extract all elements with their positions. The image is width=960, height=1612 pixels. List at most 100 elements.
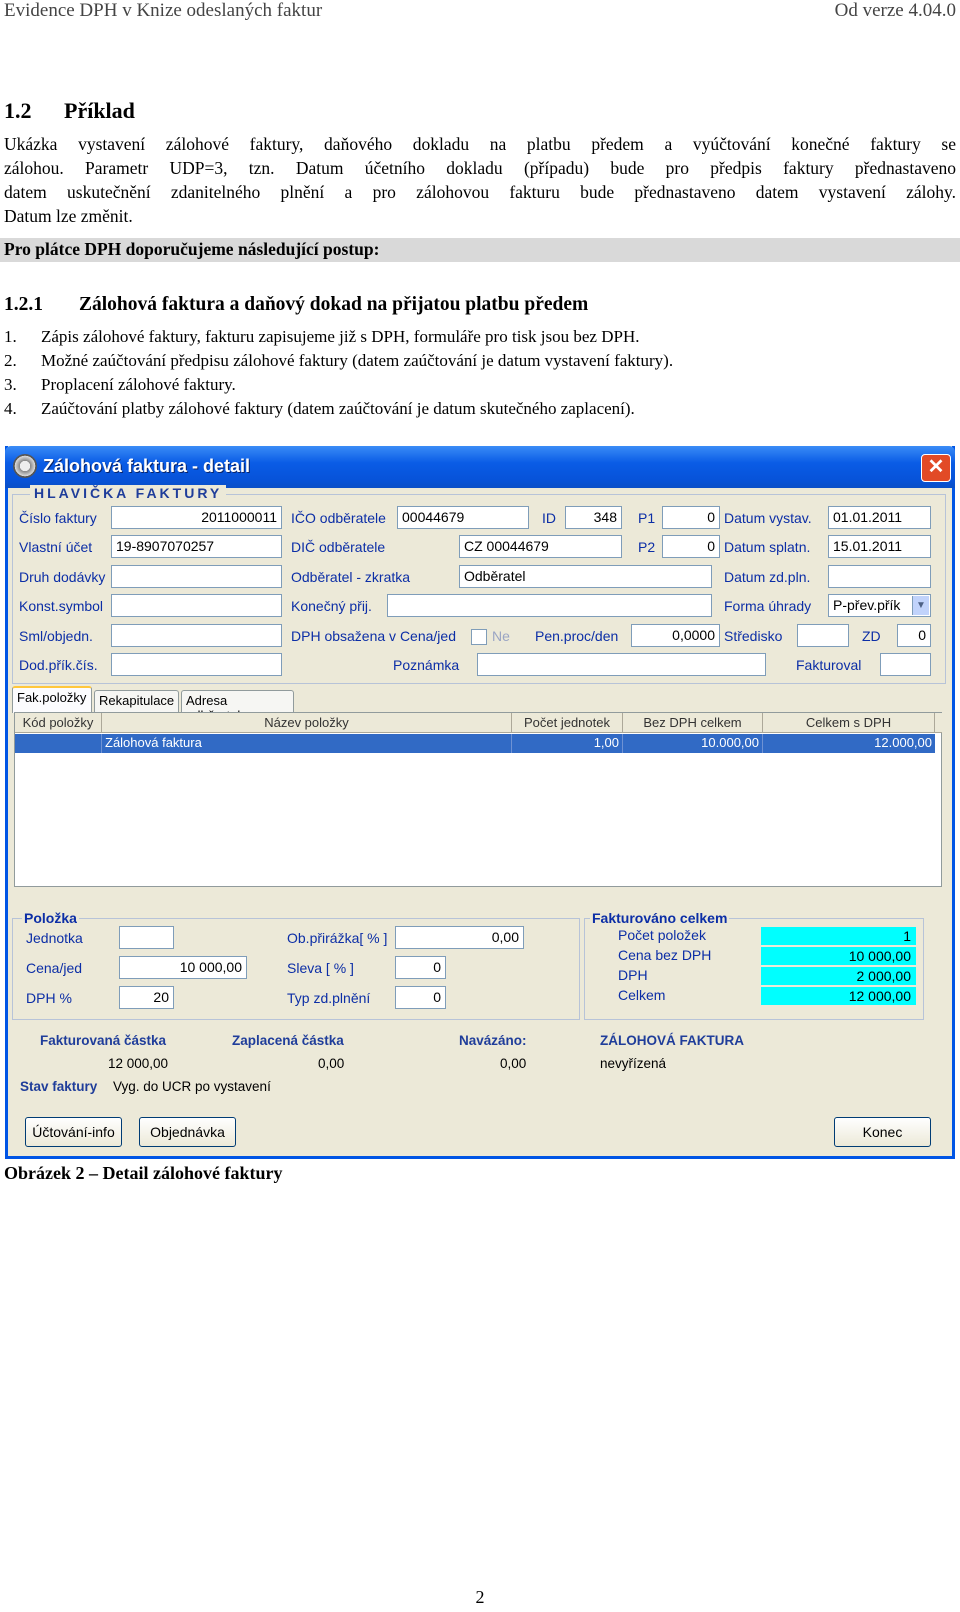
label-dph-obsazena: DPH obsažena v Cena/jed bbox=[291, 628, 456, 644]
tab-adresa-odberatele[interactable]: Adresa odběratele bbox=[181, 690, 294, 723]
figure-caption: Obrázek 2 – Detail zálohové faktury bbox=[4, 1163, 283, 1183]
p1-field[interactable]: 0 bbox=[662, 506, 720, 529]
header-version: Od verze 4.04.0 bbox=[834, 0, 956, 21]
page-number: 2 bbox=[475, 1587, 485, 1607]
label-dph-pct: DPH % bbox=[26, 990, 72, 1006]
totals-group-title: Fakturováno celkem bbox=[590, 910, 730, 926]
list-text: Zaúčtování platby zálohové faktury (date… bbox=[41, 399, 635, 418]
penalty-rate-field[interactable]: 0,0000 bbox=[631, 624, 720, 647]
list-item: 4. Zaúčtování platby zálohové faktury (da… bbox=[4, 397, 673, 421]
discount-field[interactable]: 0 bbox=[395, 956, 446, 979]
label-zaplacena-castka: Zaplacená částka bbox=[232, 1033, 344, 1048]
label-p1: P1 bbox=[638, 510, 656, 526]
markup-field[interactable]: 0,00 bbox=[395, 926, 524, 949]
label-p2: P2 bbox=[638, 539, 656, 555]
label-invoice-type: ZÁLOHOVÁ FAKTURA bbox=[600, 1033, 744, 1048]
list-number: 2. bbox=[4, 351, 17, 370]
label-celkem: Celkem bbox=[618, 987, 666, 1003]
delivery-type-field[interactable] bbox=[111, 565, 282, 588]
table-row[interactable]: Zálohová faktura 1,00 10.000,00 12.000,0… bbox=[15, 734, 935, 753]
invoiced-by-field[interactable] bbox=[880, 653, 931, 676]
label-dph: DPH bbox=[618, 967, 648, 983]
contract-field[interactable] bbox=[111, 624, 282, 647]
label-datum-zd: Datum zd.pln. bbox=[724, 569, 811, 585]
list-item: 2. Možné zaúčtování předpisu zálohové fak… bbox=[4, 349, 673, 373]
table-cell: 10.000,00 bbox=[623, 734, 763, 753]
shaded-note: Pro plátce DPH doporučujeme následující … bbox=[0, 238, 960, 262]
label-typ-zd: Typ zd.plnění bbox=[287, 990, 371, 1006]
tab-fak-polozky[interactable]: Fak.položky bbox=[12, 686, 92, 713]
label-konst-symbol: Konst.symbol bbox=[19, 598, 104, 614]
close-icon[interactable]: ✕ bbox=[921, 454, 951, 482]
customer-dic-field[interactable]: CZ 00044679 bbox=[459, 535, 622, 558]
customer-ico-field[interactable]: 00044679 bbox=[397, 506, 529, 529]
label-ico: IČO odběratele bbox=[291, 510, 386, 526]
list-text: Možné zaúčtování předpisu zálohové faktu… bbox=[41, 351, 674, 370]
label-dic: DIČ odběratele bbox=[291, 539, 386, 555]
label-navazano: Navázáno: bbox=[459, 1033, 527, 1048]
vat-included-value: Ne bbox=[492, 628, 510, 644]
list-number: 3. bbox=[4, 375, 17, 394]
subsection-title: Zálohová faktura a daňový dokad na přija… bbox=[79, 294, 589, 315]
column-header[interactable]: Počet jednotek bbox=[512, 713, 623, 733]
order-button[interactable]: Objednávka bbox=[139, 1117, 236, 1147]
p2-field[interactable]: 0 bbox=[662, 535, 720, 558]
unit-price-field[interactable]: 10 000,00 bbox=[119, 956, 247, 979]
list-item: 1. Zápis zálohové faktury, fakturu zapisu… bbox=[4, 325, 673, 349]
list-item: 3. Proplacení zálohové faktury. bbox=[4, 373, 673, 397]
vat-percent-field[interactable]: 20 bbox=[119, 986, 174, 1009]
label-odberatel-zkratka: Odběratel - zkratka bbox=[291, 569, 411, 585]
vat-value: 2 000,00 bbox=[761, 967, 916, 985]
label-zd: ZD bbox=[862, 628, 881, 644]
taxable-type-field[interactable]: 0 bbox=[395, 986, 446, 1009]
column-header[interactable]: Celkem s DPH bbox=[763, 713, 935, 733]
taxable-date-field[interactable] bbox=[828, 565, 931, 588]
delivery-order-field[interactable] bbox=[111, 653, 282, 676]
subsection-number: 1.2.1 bbox=[4, 294, 43, 315]
page-header: Evidence DPH v Knize odeslaných faktur O… bbox=[4, 0, 956, 24]
invoice-number-field[interactable]: 2011000011 bbox=[111, 506, 282, 529]
id-field[interactable]: 348 bbox=[565, 506, 622, 529]
column-header[interactable]: Kód položky bbox=[15, 713, 102, 733]
customer-short-field[interactable]: Odběratel bbox=[459, 565, 712, 588]
items-table: Kód položky Název položky Počet jednotek… bbox=[14, 712, 942, 887]
paragraph-line: Ukázka vystavení zálohové faktury, daňov… bbox=[4, 134, 956, 154]
chevron-down-icon[interactable]: ▼ bbox=[912, 596, 929, 615]
paragraph-line: Datum lze změnit. bbox=[4, 206, 133, 226]
table-cell bbox=[15, 734, 102, 753]
app-icon bbox=[13, 454, 37, 478]
label-konecny-prij: Konečný přij. bbox=[291, 598, 372, 614]
table-cell: 12.000,00 bbox=[874, 735, 932, 750]
list-text: Proplacení zálohové faktury. bbox=[41, 375, 236, 394]
label-datum-vystav: Datum vystav. bbox=[724, 510, 812, 526]
cost-center-field[interactable] bbox=[797, 624, 849, 647]
subsection-heading: 1.2.1 Zálohová faktura a daňový dokad na … bbox=[4, 294, 588, 316]
steps-list: 1. Zápis zálohové faktury, fakturu zapisu… bbox=[4, 325, 673, 421]
due-date-field[interactable]: 15.01.2011 bbox=[828, 535, 931, 558]
item-count-value: 1 bbox=[761, 927, 916, 945]
label-vlastni-ucet: Vlastní účet bbox=[19, 539, 93, 555]
column-header[interactable]: Název položky bbox=[102, 713, 512, 733]
total-value: 12 000,00 bbox=[761, 987, 916, 1005]
final-recipient-field[interactable] bbox=[387, 594, 712, 617]
invoice-state-value: Vyg. do UCR po vystavení bbox=[113, 1079, 271, 1094]
column-header[interactable]: Bez DPH celkem bbox=[623, 713, 763, 733]
label-cena-bez-dph: Cena bez DPH bbox=[618, 947, 712, 963]
zd-field[interactable]: 0 bbox=[897, 624, 931, 647]
list-number: 4. bbox=[4, 399, 17, 418]
note-field[interactable] bbox=[477, 653, 766, 676]
accounting-info-button[interactable]: Účtování-info bbox=[25, 1117, 122, 1147]
close-button[interactable]: Konec bbox=[834, 1117, 931, 1147]
issue-date-field[interactable]: 01.01.2011 bbox=[828, 506, 931, 529]
label-cislo-faktury: Číslo faktury bbox=[19, 510, 97, 526]
tab-rekapitulace[interactable]: Rekapitulace bbox=[94, 690, 179, 712]
unit-field[interactable] bbox=[119, 926, 174, 949]
label-fakturovana-castka: Fakturovaná částka bbox=[40, 1033, 167, 1048]
paragraph-line: zálohou. Parametr UDP=3, tzn. Datum účet… bbox=[4, 158, 956, 178]
const-symbol-field[interactable] bbox=[111, 594, 282, 617]
net-price-value: 10 000,00 bbox=[761, 947, 916, 965]
own-account-field[interactable]: 19-8907070257 bbox=[111, 535, 282, 558]
vat-included-checkbox[interactable] bbox=[471, 629, 487, 645]
label-datum-splatn: Datum splatn. bbox=[724, 539, 811, 555]
label-forma-uhrady: Forma úhrady bbox=[724, 598, 812, 614]
